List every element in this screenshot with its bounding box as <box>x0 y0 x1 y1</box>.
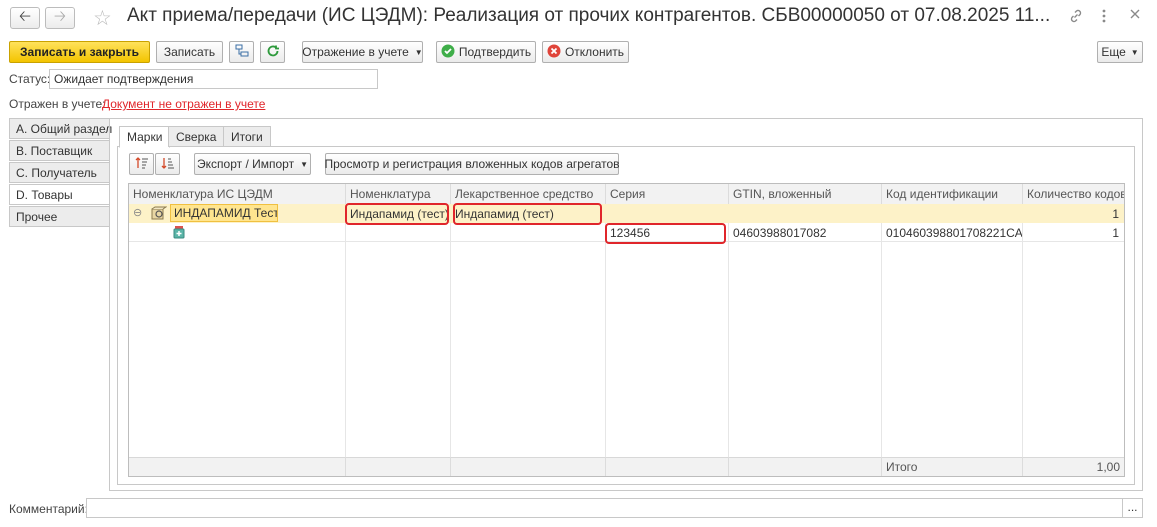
ecdm-nomenclature-cell[interactable]: ИНДАПАМИД Тест <box>170 204 278 222</box>
tab-totals[interactable]: Итоги <box>223 126 271 147</box>
window-title: Акт приема/передачи (ИС ЦЭДМ): Реализаци… <box>127 5 1051 26</box>
table-footer <box>129 457 1124 476</box>
view-register-codes-button[interactable]: Просмотр и регистрация вложенных кодов а… <box>324 153 620 175</box>
reject-label: Отклонить <box>564 45 625 59</box>
column-header-ecdm-nomenclature[interactable]: Номенклатура ИС ЦЭДМ <box>129 184 346 204</box>
confirm-button[interactable]: Подтвердить <box>436 41 536 63</box>
confirm-label: Подтвердить <box>458 45 532 59</box>
hierarchy-icon <box>235 44 249 61</box>
sort-ascending-button[interactable] <box>129 153 154 175</box>
code-count-cell[interactable]: 1 <box>1023 204 1123 223</box>
annotation-highlight <box>605 223 726 244</box>
status-field[interactable]: Ожидает подтверждения <box>49 69 378 89</box>
column-header-medicine[interactable]: Лекарственное средство <box>451 184 606 204</box>
medicine-pack-icon <box>173 225 185 242</box>
annotation-highlight <box>345 203 449 225</box>
reflection-dropdown[interactable]: Отражение в учете ▼ <box>302 41 423 63</box>
more-vertical-icon[interactable] <box>1101 8 1107 29</box>
reject-icon <box>547 44 561 61</box>
refresh-button[interactable] <box>260 41 285 63</box>
refresh-icon <box>266 44 280 61</box>
tab-other[interactable]: Прочее <box>9 206 110 227</box>
package-icon <box>151 206 168 223</box>
tab-general[interactable]: A. Общий раздел <box>9 118 112 139</box>
structure-button[interactable] <box>229 41 254 63</box>
save-button[interactable]: Записать <box>156 41 223 63</box>
status-label: Статус: <box>9 72 51 86</box>
tab-reconciliation[interactable]: Сверка <box>168 126 225 147</box>
export-import-dropdown[interactable]: Экспорт / Импорт ▼ <box>194 153 311 175</box>
arrow-right-icon: 🡢 <box>53 7 67 25</box>
column-header-nomenclature[interactable]: Номенклатура <box>346 184 451 204</box>
sort-ascending-icon <box>135 156 149 173</box>
save-and-close-button[interactable]: Записать и закрыть <box>9 41 150 63</box>
sort-descending-button[interactable] <box>155 153 180 175</box>
collapse-icon[interactable]: ⊖ <box>133 206 142 219</box>
comment-input[interactable] <box>86 498 1123 518</box>
chevron-down-icon: ▼ <box>1130 47 1139 57</box>
identification-code-cell[interactable]: 010460398801708221CA... <box>882 223 1022 242</box>
check-icon <box>441 44 455 61</box>
export-import-label: Экспорт / Импорт <box>197 157 295 171</box>
footer-total-value: 1,00 <box>1096 460 1120 474</box>
chevron-down-icon: ▼ <box>414 47 423 57</box>
reflection-label: Отражение в учете <box>302 45 409 59</box>
tab-recipient[interactable]: C. Получатель <box>9 162 110 183</box>
annotation-highlight <box>453 203 602 225</box>
tab-supplier[interactable]: B. Поставщик <box>9 140 110 161</box>
close-icon[interactable] <box>1128 7 1142 26</box>
code-count-cell[interactable]: 1 <box>1023 223 1123 242</box>
gtin-cell[interactable]: 04603988017082 <box>729 223 881 242</box>
table-row[interactable] <box>129 204 1124 223</box>
star-icon[interactable]: ☆ <box>93 6 112 31</box>
reject-button[interactable]: Отклонить <box>542 41 629 63</box>
tab-goods[interactable]: D. Товары <box>9 184 110 205</box>
column-header-gtin[interactable]: GTIN, вложенный <box>729 184 882 204</box>
link-icon[interactable] <box>1068 8 1084 29</box>
reflected-link[interactable]: Документ не отражен в учете <box>102 97 265 111</box>
footer-total-label: Итого <box>886 460 918 474</box>
column-header-identification-code[interactable]: Код идентификации <box>882 184 1023 204</box>
tab-marks[interactable]: Марки <box>119 126 171 148</box>
forward-button[interactable]: 🡢 <box>45 7 75 29</box>
column-header-series[interactable]: Серия <box>606 184 729 204</box>
back-button[interactable]: 🡠 <box>10 7 40 29</box>
reflected-label: Отражен в учете: <box>9 97 106 111</box>
chevron-down-icon: ▼ <box>300 159 308 169</box>
comment-select-button[interactable]: ... <box>1122 498 1143 518</box>
comment-label: Комментарий: <box>9 502 88 516</box>
column-header-code-count[interactable]: Количество кодов <box>1023 184 1124 204</box>
arrow-left-icon: 🡠 <box>18 7 32 25</box>
sort-descending-icon <box>161 156 175 173</box>
more-button[interactable]: Еще ▼ <box>1097 41 1143 63</box>
more-label: Еще <box>1101 45 1126 59</box>
